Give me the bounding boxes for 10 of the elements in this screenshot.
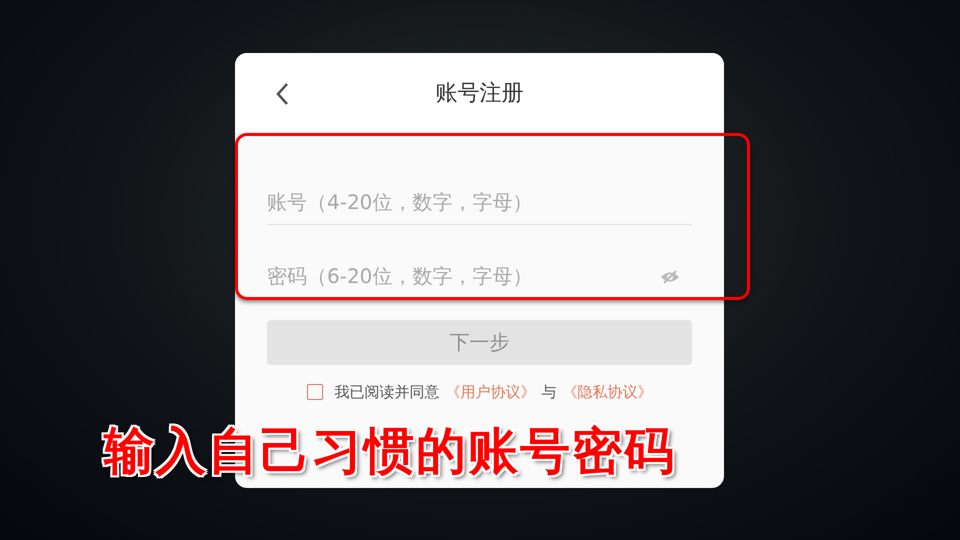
back-icon[interactable] bbox=[275, 82, 289, 106]
agree-checkbox[interactable] bbox=[306, 384, 322, 400]
joiner-text: 与 bbox=[542, 382, 556, 402]
user-agreement-link[interactable]: 《用户协议》 bbox=[446, 382, 536, 402]
account-field[interactable]: 账号（4-20位，数字，字母） bbox=[267, 180, 692, 224]
page-title: 账号注册 bbox=[436, 80, 524, 108]
eye-slash-icon[interactable] bbox=[660, 270, 680, 284]
password-field[interactable]: 密码（6-20位，数字，字母） bbox=[267, 254, 692, 298]
privacy-agreement-link[interactable]: 《隐私协议》 bbox=[562, 382, 652, 402]
agreement-text: 我已阅读并同意 bbox=[334, 382, 440, 402]
